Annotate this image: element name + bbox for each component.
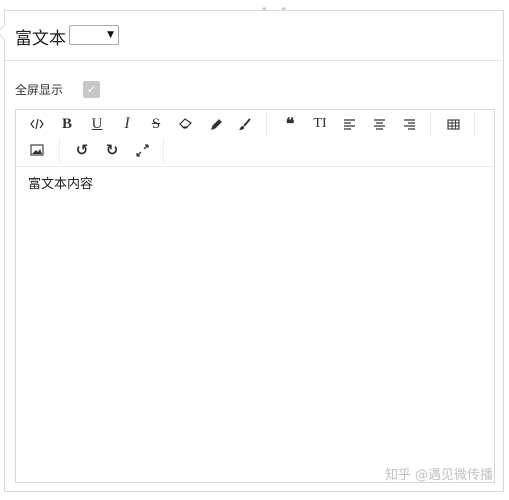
brush-icon[interactable]: [233, 112, 257, 136]
image-icon[interactable]: [25, 138, 49, 162]
table-icon[interactable]: [441, 112, 465, 136]
blockquote-icon[interactable]: ❝: [278, 112, 302, 136]
rich-text-editor: B U I S ❝ TI ↺ ↻ 富文本内容: [15, 109, 495, 483]
pencil-icon[interactable]: [204, 112, 228, 136]
code-view-icon[interactable]: [25, 112, 49, 136]
fullscreen-checkbox[interactable]: ✓: [83, 81, 100, 98]
type-select[interactable]: ▼: [69, 25, 119, 45]
panel-header: 富文本 ▼: [0, 11, 503, 61]
toolbar-separator: [266, 112, 267, 136]
font-size-icon[interactable]: TI: [308, 112, 332, 136]
fullscreen-icon[interactable]: [130, 138, 154, 162]
header-pointer: [0, 24, 13, 41]
bold-icon[interactable]: B: [55, 112, 79, 136]
rich-text-panel: 富文本 ▼ 全屏显示 ✓ B U I S ❝ TI ↺ ↻ 富文本内容 知乎 @…: [0, 10, 504, 492]
align-right-icon[interactable]: [397, 112, 421, 136]
toolbar-separator: [430, 112, 431, 136]
editor-toolbar: B U I S ❝ TI ↺ ↻: [16, 110, 494, 167]
watermark-credit: 知乎 @遇见微传播: [384, 468, 493, 483]
toolbar-separator: [163, 138, 164, 162]
strikethrough-icon[interactable]: S: [144, 112, 168, 136]
toolbar-separator: [474, 112, 475, 136]
redo-icon[interactable]: ↻: [100, 138, 124, 162]
align-left-icon[interactable]: [337, 112, 361, 136]
align-center-icon[interactable]: [367, 112, 391, 136]
fullscreen-label: 全屏显示: [15, 83, 64, 97]
field-title: 富文本: [15, 29, 66, 49]
underline-icon[interactable]: U: [85, 112, 109, 136]
italic-icon[interactable]: I: [115, 112, 139, 136]
undo-icon[interactable]: ↺: [70, 138, 94, 162]
eraser-icon[interactable]: [174, 112, 198, 136]
chevron-down-icon: ▼: [107, 30, 114, 40]
toolbar-separator: [59, 138, 60, 162]
editor-content[interactable]: 富文本内容: [28, 173, 93, 192]
